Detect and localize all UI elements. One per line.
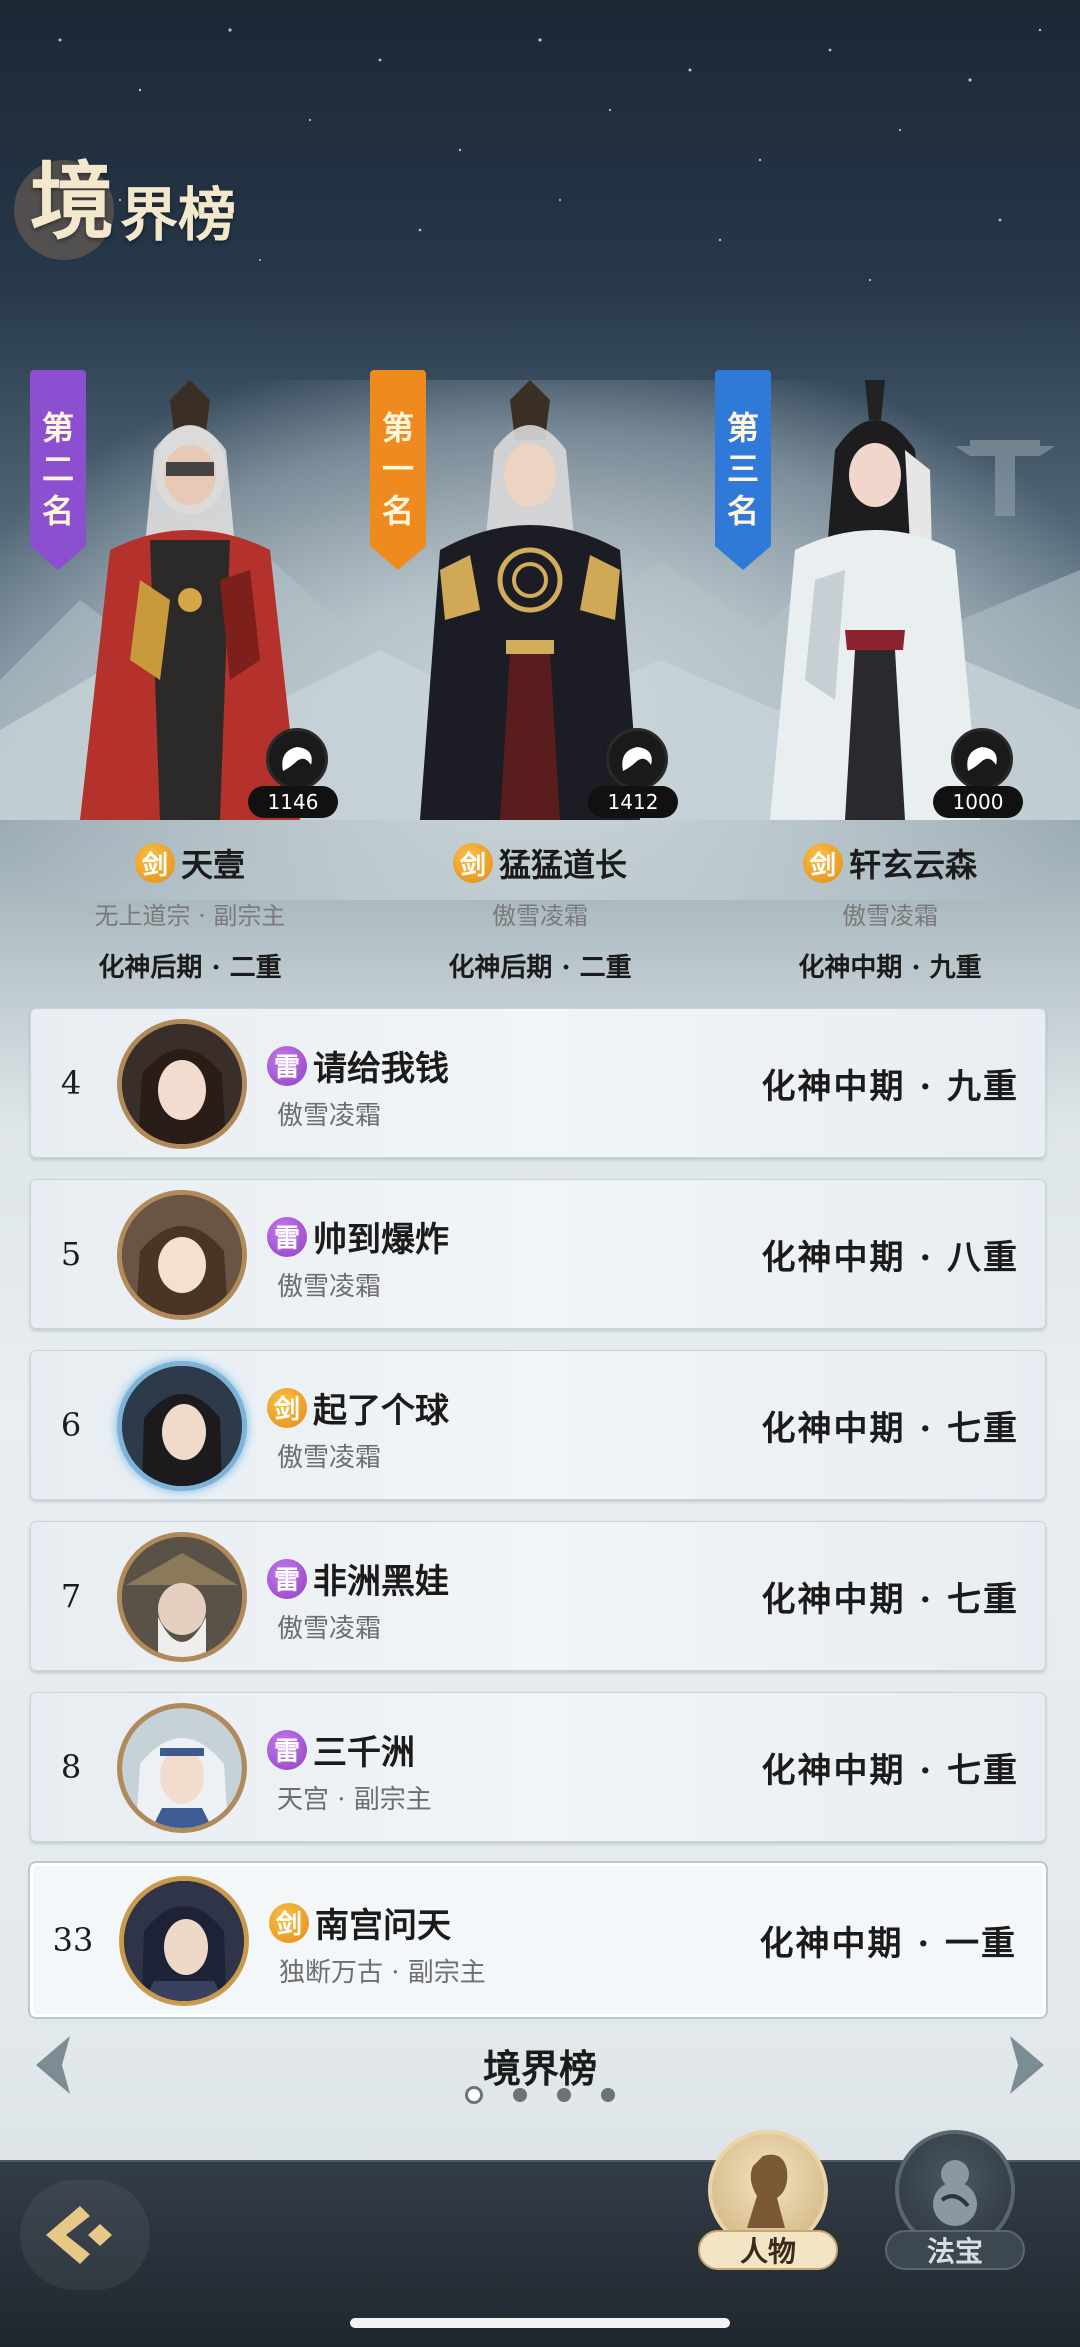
page-dot[interactable] bbox=[557, 2088, 571, 2102]
power-value: 1000 bbox=[933, 786, 1023, 818]
rank-banner: 第 一 名 bbox=[370, 370, 426, 570]
back-arrow-icon bbox=[46, 2206, 112, 2264]
thunder-tag-icon: 雷 bbox=[267, 1216, 307, 1257]
banner-char: 一 bbox=[381, 450, 414, 489]
banner-char: 三 bbox=[726, 450, 759, 489]
player-name: 起了个球 bbox=[313, 1391, 449, 1431]
avatar bbox=[117, 1361, 247, 1491]
top-info-rank-2: 剑 天壹 无上道宗 · 副宗主 化神后期 · 二重 bbox=[20, 840, 360, 984]
rank-number: 33 bbox=[52, 1921, 94, 1959]
sword-tag-icon: 剑 bbox=[134, 843, 175, 883]
power-value: 1146 bbox=[248, 786, 338, 818]
ranking-row[interactable]: 7 雷 非洲黑娃 傲雪凌霜 化神中期 · 七重 bbox=[30, 1521, 1046, 1671]
top-info-rank-1: 剑 猛猛道长 傲雪凌霜 化神后期 · 二重 bbox=[370, 840, 710, 984]
player-realm: 化神中期 · 七重 bbox=[761, 1579, 1019, 1620]
sword-tag-icon: 剑 bbox=[269, 1902, 309, 1943]
rank-number: 7 bbox=[60, 1577, 82, 1615]
player-sect: 傲雪凌霜 bbox=[277, 1101, 382, 1131]
player-sect: 傲雪凌霜 bbox=[277, 1272, 382, 1302]
player-sect: 无上道宗 · 副宗主 bbox=[94, 902, 286, 930]
power-icon bbox=[606, 728, 668, 790]
avatar bbox=[117, 1532, 247, 1662]
banner-char: 名 bbox=[381, 491, 414, 530]
power-icon bbox=[266, 728, 328, 790]
player-realm: 化神后期 · 二重 bbox=[448, 953, 632, 983]
avatar bbox=[117, 1190, 247, 1320]
player-realm: 化神后期 · 二重 bbox=[98, 953, 282, 983]
player-realm: 化神中期 · 九重 bbox=[761, 1066, 1019, 1107]
character-nav-button[interactable]: 人物 bbox=[698, 2130, 838, 2290]
player-name: 非洲黑娃 bbox=[313, 1562, 449, 1602]
thunder-tag-icon: 雷 bbox=[267, 1558, 307, 1599]
banner-char: 名 bbox=[726, 491, 759, 530]
player-name: 轩玄云森 bbox=[848, 846, 977, 884]
back-button[interactable] bbox=[20, 2180, 150, 2290]
page-title-main: 境 bbox=[30, 152, 115, 251]
ranking-list: 4 雷 请给我钱 傲雪凌霜 化神中期 · 九重 5 雷 帅到爆炸 傲雪凌霜 化神… bbox=[30, 1008, 1046, 2038]
rank-number: 6 bbox=[60, 1406, 82, 1444]
player-sect: 傲雪凌霜 bbox=[277, 1443, 382, 1473]
player-name: 请给我钱 bbox=[313, 1049, 449, 1089]
rank-banner: 第 三 名 bbox=[715, 370, 771, 570]
top-info-rank-3: 剑 轩玄云森 傲雪凌霜 化神中期 · 九重 bbox=[720, 840, 1060, 984]
player-name: 帅到爆炸 bbox=[313, 1220, 449, 1260]
player-realm: 化神中期 · 七重 bbox=[761, 1408, 1019, 1449]
page-header: 境 界榜 bbox=[14, 152, 237, 260]
avatar bbox=[119, 1876, 249, 2006]
ranking-row[interactable]: 8 雷 三千洲 天宫 · 副宗主 化神中期 · 七重 bbox=[30, 1692, 1046, 1842]
rank-number: 4 bbox=[60, 1064, 82, 1102]
player-sect: 独断万古 · 副宗主 bbox=[279, 1958, 486, 1988]
player-realm: 化神中期 · 八重 bbox=[761, 1237, 1019, 1278]
pager-title: 境界榜 bbox=[482, 2046, 597, 2091]
avatar bbox=[117, 1703, 247, 1833]
sword-tag-icon: 剑 bbox=[802, 843, 843, 883]
player-realm: 化神中期 · 一重 bbox=[759, 1923, 1017, 1964]
banner-char: 名 bbox=[41, 491, 74, 530]
banner-char: 第 bbox=[726, 408, 759, 447]
page-dot[interactable] bbox=[465, 2086, 483, 2104]
thunder-tag-icon: 雷 bbox=[267, 1045, 307, 1086]
treasure-nav-label: 法宝 bbox=[885, 2230, 1025, 2270]
player-name: 三千洲 bbox=[313, 1733, 415, 1773]
player-name: 天壹 bbox=[180, 846, 245, 884]
avatar bbox=[117, 1019, 247, 1149]
podium-rank-1[interactable]: 第 一 名 1412 bbox=[370, 340, 690, 820]
page-dot[interactable] bbox=[513, 2088, 527, 2102]
rank-number: 5 bbox=[60, 1235, 82, 1273]
page-dot[interactable] bbox=[601, 2088, 615, 2102]
player-name: 猛猛道长 bbox=[498, 846, 627, 884]
pager: 境界榜 bbox=[0, 2030, 1080, 2120]
ranking-row[interactable]: 4 雷 请给我钱 傲雪凌霜 化神中期 · 九重 bbox=[30, 1008, 1046, 1158]
player-sect: 傲雪凌霜 bbox=[277, 1614, 382, 1644]
banner-char: 第 bbox=[41, 408, 74, 447]
sword-tag-icon: 剑 bbox=[267, 1387, 307, 1428]
rank-banner: 第 二 名 bbox=[30, 370, 86, 570]
podium-rank-2[interactable]: 第 二 名 1146 bbox=[30, 340, 350, 820]
power-icon bbox=[951, 728, 1013, 790]
my-ranking-row[interactable]: 33 剑 南宫问天 独断万古 · 副宗主 化神中期 · 一重 bbox=[30, 1863, 1046, 2017]
player-sect: 傲雪凌霜 bbox=[492, 902, 588, 930]
podium-rank-3[interactable]: 第 三 名 1000 bbox=[715, 340, 1035, 820]
player-name: 南宫问天 bbox=[315, 1906, 451, 1946]
page-indicator bbox=[0, 2086, 1080, 2104]
banner-char: 第 bbox=[381, 408, 414, 447]
player-realm: 化神中期 · 七重 bbox=[761, 1750, 1019, 1791]
treasure-nav-button[interactable]: 法宝 bbox=[885, 2130, 1025, 2290]
ranking-row[interactable]: 5 雷 帅到爆炸 傲雪凌霜 化神中期 · 八重 bbox=[30, 1179, 1046, 1329]
home-indicator[interactable] bbox=[350, 2318, 730, 2328]
player-sect: 天宫 · 副宗主 bbox=[277, 1785, 432, 1815]
ranking-row[interactable]: 6 剑 起了个球 傲雪凌霜 化神中期 · 七重 bbox=[30, 1350, 1046, 1500]
thunder-tag-icon: 雷 bbox=[267, 1729, 307, 1770]
rank-number: 8 bbox=[60, 1748, 82, 1786]
banner-char: 二 bbox=[41, 450, 74, 489]
player-realm: 化神中期 · 九重 bbox=[798, 953, 982, 983]
sword-tag-icon: 剑 bbox=[452, 843, 493, 883]
character-nav-label: 人物 bbox=[698, 2230, 838, 2270]
page-title-sub: 界榜 bbox=[120, 181, 237, 249]
power-value: 1412 bbox=[588, 786, 678, 818]
player-sect: 傲雪凌霜 bbox=[842, 902, 938, 930]
